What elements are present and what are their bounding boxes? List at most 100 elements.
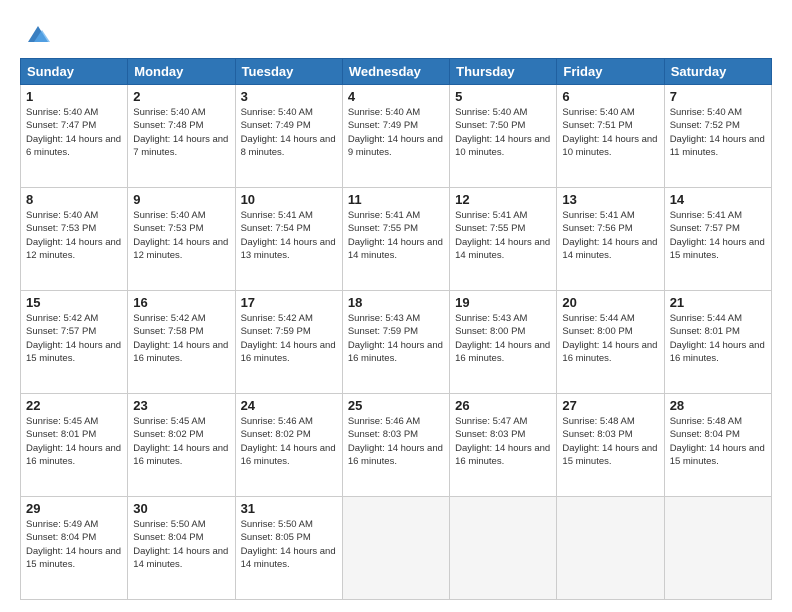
day-number: 31 <box>241 501 337 516</box>
day-number: 28 <box>670 398 766 413</box>
calendar-week-3: 22 Sunrise: 5:45 AMSunset: 8:01 PMDaylig… <box>21 394 772 497</box>
calendar-cell: 9 Sunrise: 5:40 AMSunset: 7:53 PMDayligh… <box>128 188 235 291</box>
calendar-header: SundayMondayTuesdayWednesdayThursdayFrid… <box>21 59 772 85</box>
calendar-body: 1 Sunrise: 5:40 AMSunset: 7:47 PMDayligh… <box>21 85 772 600</box>
calendar-cell: 5 Sunrise: 5:40 AMSunset: 7:50 PMDayligh… <box>450 85 557 188</box>
day-info: Sunrise: 5:42 AMSunset: 7:59 PMDaylight:… <box>241 313 336 364</box>
day-info: Sunrise: 5:48 AMSunset: 8:04 PMDaylight:… <box>670 416 765 467</box>
day-number: 2 <box>133 89 229 104</box>
header-row: SundayMondayTuesdayWednesdayThursdayFrid… <box>21 59 772 85</box>
calendar-cell: 25 Sunrise: 5:46 AMSunset: 8:03 PMDaylig… <box>342 394 449 497</box>
header-cell-thursday: Thursday <box>450 59 557 85</box>
calendar-cell: 7 Sunrise: 5:40 AMSunset: 7:52 PMDayligh… <box>664 85 771 188</box>
logo <box>20 20 52 48</box>
calendar-cell: 6 Sunrise: 5:40 AMSunset: 7:51 PMDayligh… <box>557 85 664 188</box>
calendar-cell <box>664 497 771 600</box>
day-number: 12 <box>455 192 551 207</box>
logo-icon <box>24 20 52 48</box>
calendar-cell: 22 Sunrise: 5:45 AMSunset: 8:01 PMDaylig… <box>21 394 128 497</box>
header-cell-friday: Friday <box>557 59 664 85</box>
calendar-cell: 17 Sunrise: 5:42 AMSunset: 7:59 PMDaylig… <box>235 291 342 394</box>
header-cell-tuesday: Tuesday <box>235 59 342 85</box>
calendar-cell: 21 Sunrise: 5:44 AMSunset: 8:01 PMDaylig… <box>664 291 771 394</box>
calendar-cell: 11 Sunrise: 5:41 AMSunset: 7:55 PMDaylig… <box>342 188 449 291</box>
calendar-table: SundayMondayTuesdayWednesdayThursdayFrid… <box>20 58 772 600</box>
day-number: 26 <box>455 398 551 413</box>
calendar-week-4: 29 Sunrise: 5:49 AMSunset: 8:04 PMDaylig… <box>21 497 772 600</box>
day-number: 6 <box>562 89 658 104</box>
day-info: Sunrise: 5:44 AMSunset: 8:00 PMDaylight:… <box>562 313 657 364</box>
calendar-cell: 15 Sunrise: 5:42 AMSunset: 7:57 PMDaylig… <box>21 291 128 394</box>
day-number: 24 <box>241 398 337 413</box>
day-number: 23 <box>133 398 229 413</box>
calendar-cell <box>557 497 664 600</box>
day-info: Sunrise: 5:49 AMSunset: 8:04 PMDaylight:… <box>26 519 121 570</box>
day-info: Sunrise: 5:40 AMSunset: 7:53 PMDaylight:… <box>26 210 121 261</box>
day-info: Sunrise: 5:50 AMSunset: 8:04 PMDaylight:… <box>133 519 228 570</box>
calendar-cell: 31 Sunrise: 5:50 AMSunset: 8:05 PMDaylig… <box>235 497 342 600</box>
day-number: 14 <box>670 192 766 207</box>
day-number: 20 <box>562 295 658 310</box>
calendar-cell: 14 Sunrise: 5:41 AMSunset: 7:57 PMDaylig… <box>664 188 771 291</box>
calendar-cell: 16 Sunrise: 5:42 AMSunset: 7:58 PMDaylig… <box>128 291 235 394</box>
day-number: 18 <box>348 295 444 310</box>
day-info: Sunrise: 5:41 AMSunset: 7:55 PMDaylight:… <box>348 210 443 261</box>
calendar-cell: 23 Sunrise: 5:45 AMSunset: 8:02 PMDaylig… <box>128 394 235 497</box>
day-number: 10 <box>241 192 337 207</box>
day-info: Sunrise: 5:45 AMSunset: 8:01 PMDaylight:… <box>26 416 121 467</box>
calendar-cell <box>342 497 449 600</box>
day-info: Sunrise: 5:41 AMSunset: 7:54 PMDaylight:… <box>241 210 336 261</box>
day-number: 16 <box>133 295 229 310</box>
day-info: Sunrise: 5:42 AMSunset: 7:58 PMDaylight:… <box>133 313 228 364</box>
calendar-cell: 19 Sunrise: 5:43 AMSunset: 8:00 PMDaylig… <box>450 291 557 394</box>
calendar-cell: 12 Sunrise: 5:41 AMSunset: 7:55 PMDaylig… <box>450 188 557 291</box>
day-number: 19 <box>455 295 551 310</box>
page: SundayMondayTuesdayWednesdayThursdayFrid… <box>0 0 792 612</box>
day-number: 27 <box>562 398 658 413</box>
calendar-cell: 27 Sunrise: 5:48 AMSunset: 8:03 PMDaylig… <box>557 394 664 497</box>
calendar-cell: 8 Sunrise: 5:40 AMSunset: 7:53 PMDayligh… <box>21 188 128 291</box>
calendar-cell: 18 Sunrise: 5:43 AMSunset: 7:59 PMDaylig… <box>342 291 449 394</box>
calendar-cell: 28 Sunrise: 5:48 AMSunset: 8:04 PMDaylig… <box>664 394 771 497</box>
day-number: 7 <box>670 89 766 104</box>
calendar-cell <box>450 497 557 600</box>
calendar-cell: 29 Sunrise: 5:49 AMSunset: 8:04 PMDaylig… <box>21 497 128 600</box>
day-info: Sunrise: 5:50 AMSunset: 8:05 PMDaylight:… <box>241 519 336 570</box>
day-info: Sunrise: 5:43 AMSunset: 7:59 PMDaylight:… <box>348 313 443 364</box>
day-info: Sunrise: 5:40 AMSunset: 7:53 PMDaylight:… <box>133 210 228 261</box>
day-info: Sunrise: 5:40 AMSunset: 7:52 PMDaylight:… <box>670 107 765 158</box>
day-info: Sunrise: 5:40 AMSunset: 7:49 PMDaylight:… <box>241 107 336 158</box>
calendar-cell: 30 Sunrise: 5:50 AMSunset: 8:04 PMDaylig… <box>128 497 235 600</box>
day-number: 17 <box>241 295 337 310</box>
day-info: Sunrise: 5:40 AMSunset: 7:47 PMDaylight:… <box>26 107 121 158</box>
day-info: Sunrise: 5:41 AMSunset: 7:55 PMDaylight:… <box>455 210 550 261</box>
day-info: Sunrise: 5:45 AMSunset: 8:02 PMDaylight:… <box>133 416 228 467</box>
day-info: Sunrise: 5:41 AMSunset: 7:56 PMDaylight:… <box>562 210 657 261</box>
header <box>20 16 772 48</box>
calendar-cell: 24 Sunrise: 5:46 AMSunset: 8:02 PMDaylig… <box>235 394 342 497</box>
day-number: 4 <box>348 89 444 104</box>
header-cell-sunday: Sunday <box>21 59 128 85</box>
calendar-week-1: 8 Sunrise: 5:40 AMSunset: 7:53 PMDayligh… <box>21 188 772 291</box>
day-info: Sunrise: 5:40 AMSunset: 7:50 PMDaylight:… <box>455 107 550 158</box>
day-number: 13 <box>562 192 658 207</box>
day-number: 30 <box>133 501 229 516</box>
day-number: 21 <box>670 295 766 310</box>
calendar-cell: 4 Sunrise: 5:40 AMSunset: 7:49 PMDayligh… <box>342 85 449 188</box>
day-number: 25 <box>348 398 444 413</box>
header-cell-monday: Monday <box>128 59 235 85</box>
day-info: Sunrise: 5:40 AMSunset: 7:48 PMDaylight:… <box>133 107 228 158</box>
day-number: 5 <box>455 89 551 104</box>
calendar-cell: 26 Sunrise: 5:47 AMSunset: 8:03 PMDaylig… <box>450 394 557 497</box>
day-info: Sunrise: 5:43 AMSunset: 8:00 PMDaylight:… <box>455 313 550 364</box>
calendar-cell: 3 Sunrise: 5:40 AMSunset: 7:49 PMDayligh… <box>235 85 342 188</box>
day-info: Sunrise: 5:46 AMSunset: 8:02 PMDaylight:… <box>241 416 336 467</box>
calendar-week-2: 15 Sunrise: 5:42 AMSunset: 7:57 PMDaylig… <box>21 291 772 394</box>
day-info: Sunrise: 5:40 AMSunset: 7:51 PMDaylight:… <box>562 107 657 158</box>
day-number: 3 <box>241 89 337 104</box>
day-number: 1 <box>26 89 122 104</box>
header-cell-saturday: Saturday <box>664 59 771 85</box>
day-number: 15 <box>26 295 122 310</box>
day-info: Sunrise: 5:42 AMSunset: 7:57 PMDaylight:… <box>26 313 121 364</box>
day-info: Sunrise: 5:41 AMSunset: 7:57 PMDaylight:… <box>670 210 765 261</box>
